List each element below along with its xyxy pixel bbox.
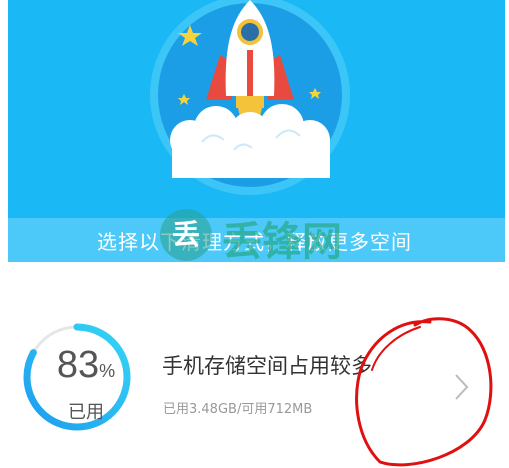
usage-percent-value: 83 (56, 344, 100, 386)
rocket-illustration (150, 0, 350, 195)
left-edge (0, 0, 8, 262)
rocket-window (237, 19, 263, 45)
usage-used-label: 已用 (68, 402, 104, 423)
watermark-text: 丢锋网 (222, 219, 342, 265)
rocket-nozzle (236, 96, 264, 108)
watermark-badge-char: 丢 (171, 218, 200, 251)
right-edge (505, 0, 509, 262)
storage-detail: 已用3.48GB/可用712MB (163, 402, 313, 417)
usage-percent-sign: % (99, 361, 116, 381)
rocket-stripe (247, 50, 253, 96)
storage-warning-title: 手机存储空间占用较多 (162, 354, 372, 378)
chevron-right-icon[interactable] (452, 372, 472, 402)
usage-percent: 83% (46, 344, 126, 387)
